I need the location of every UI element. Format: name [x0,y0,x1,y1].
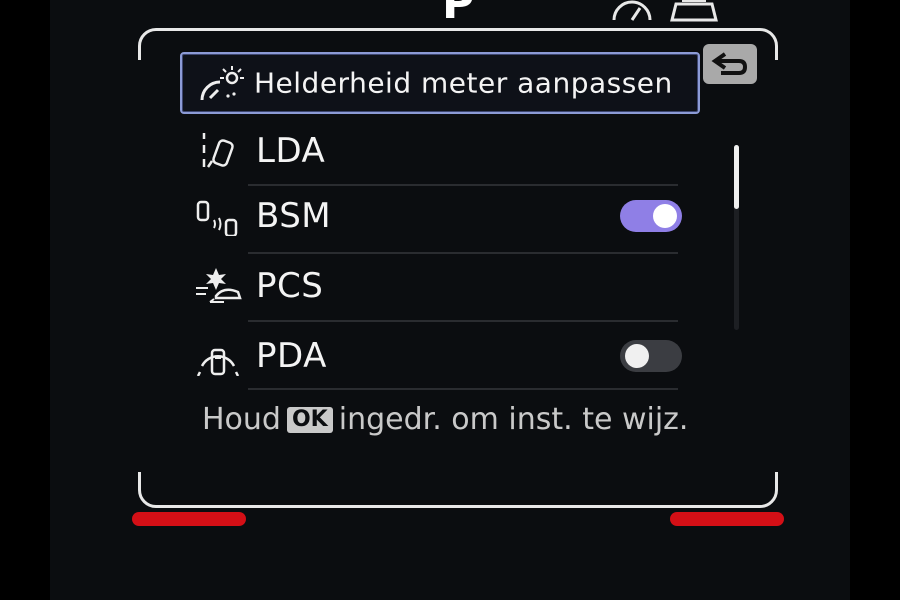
hint-text: Houd OK ingedr. om inst. te wijz. [202,402,688,437]
toggle-knob [625,344,649,368]
scrollbar[interactable] [734,145,739,330]
blind-spot-icon [196,200,238,236]
hint-suffix: ingedr. om inst. te wijz. [338,402,689,437]
back-arrow-icon [711,52,748,75]
divider [248,252,678,254]
divider [248,388,678,390]
menu-item-label: PDA [256,336,327,376]
bsm-toggle[interactable] [620,200,682,232]
left-red-indicator [132,512,246,526]
car-front-icon [670,0,718,22]
right-red-indicator [670,512,784,526]
menu-item-pda[interactable]: PDA [180,326,696,386]
menu-item-label: BSM [256,196,332,236]
speedometer-icon [612,0,652,21]
toggle-knob [653,204,677,228]
scrollbar-thumb[interactable] [734,145,739,209]
gear-indicator: P [442,0,475,29]
proactive-driving-icon [196,348,240,376]
menu-item-bsm[interactable]: BSM [180,186,696,246]
pda-toggle[interactable] [620,340,682,372]
top-status-icons [612,0,718,22]
menu-item-meter-brightness[interactable]: Helderheid meter aanpassen [180,52,700,114]
menu-item-pcs[interactable]: PCS [180,256,696,316]
lane-departure-icon [202,133,234,168]
pre-collision-icon [196,268,242,303]
menu-item-label: PCS [256,266,324,306]
menu-item-lda[interactable]: LDA [180,121,696,181]
divider [248,320,678,322]
menu-item-label: Helderheid meter aanpassen [254,66,673,100]
hint-prefix: Houd [202,402,281,437]
meter-brightness-icon [200,66,244,101]
ok-key-badge: OK [286,406,333,433]
menu-item-label: LDA [256,131,326,171]
back-button[interactable] [703,44,757,84]
